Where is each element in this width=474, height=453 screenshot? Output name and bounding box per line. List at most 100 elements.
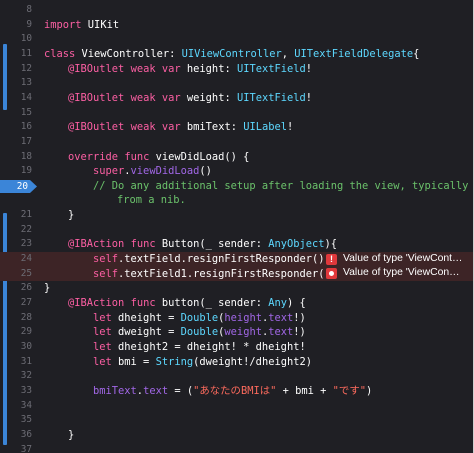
code-line[interactable]: 36} (0, 428, 473, 443)
code-text: @IBAction func button(_ sender: Any) { (68, 296, 306, 311)
code-token: height: (180, 62, 237, 75)
code-token: { (413, 47, 420, 60)
code-line[interactable]: 16 @IBOutlet weak var bmiText: UILabel! (0, 120, 473, 135)
line-number: 26 (20, 282, 32, 294)
code-line[interactable]: 9 import UIKit (0, 18, 473, 33)
code-editor[interactable]: 8 9 import UIKit 10 11 class ViewController: … (0, 0, 474, 453)
line-number: 17 (20, 135, 32, 147)
code-token: ) { (287, 297, 306, 309)
code-line[interactable]: 19 super.viewDidLoad() (0, 164, 473, 179)
code-line[interactable]: 11 class ViewController: UIViewController… (0, 47, 473, 62)
error-dot-icon[interactable] (326, 268, 337, 280)
error-message: Value of type 'ViewCon… (343, 267, 460, 279)
code-line[interactable]: 30 let dheight2 = dheight! * dheight! (0, 340, 473, 355)
code-token: class (44, 47, 76, 60)
code-token: let (93, 355, 112, 368)
code-token: dheight2 = dheight! * dheight! (111, 340, 306, 353)
code-token: weight: (180, 91, 237, 104)
code-text: @IBOutlet weak var weight: UITextField! (68, 91, 312, 106)
code-line[interactable]: 13 (0, 76, 473, 91)
code-line[interactable]: 15 (0, 106, 473, 121)
code-token: ! (305, 62, 313, 75)
code-token: self (93, 253, 119, 266)
code-line[interactable]: 23 @IBAction func Button(_ sender: AnyObj… (0, 237, 473, 252)
code-line[interactable]: 29 let dweight = Double(weight.text!) (0, 325, 473, 340)
line-number: 24 (20, 253, 32, 265)
line-number: 37 (20, 443, 32, 453)
code-token: import (44, 18, 82, 31)
line-number: 34 (20, 399, 32, 411)
code-text: } (68, 208, 74, 223)
code-token: dheight = (111, 311, 181, 324)
code-line[interactable]: 21} (0, 208, 473, 223)
code-line[interactable]: 34 (0, 399, 473, 414)
code-token: // Do any additional setup after loading… (93, 179, 469, 192)
code-token: UITextFieldDelegate (294, 47, 414, 60)
line-number: 20 (16, 180, 28, 192)
code-token: from a nib. (117, 194, 186, 207)
code-text: @IBOutlet weak var height: UITextField! (68, 62, 312, 77)
code-token: !) (293, 326, 306, 339)
code-token: weak (130, 121, 156, 134)
error-annotation[interactable]: Value of type 'ViewCon… (326, 267, 473, 280)
code-token: UITextField (236, 91, 306, 104)
error-annotation[interactable]: ! Value of type 'ViewCont… (326, 253, 473, 265)
line-number: 29 (20, 326, 32, 338)
code-line[interactable]: 32 (0, 369, 473, 384)
code-token: UIKit (81, 18, 120, 31)
code-line[interactable]: 20 // Do any additional setup after loadi… (0, 179, 473, 194)
code-line[interactable]: from a nib. (0, 193, 473, 208)
code-line[interactable]: 8 (0, 3, 473, 18)
line-number: 16 (20, 121, 32, 133)
breakpoint-arrow-icon[interactable]: 20 (0, 179, 37, 193)
error-exclamation-icon[interactable]: ! (326, 253, 337, 265)
code-token: .textField1.resignFirstResponder() (118, 267, 331, 280)
code-text: let bmi = String(dweight!/dheight2) (93, 355, 312, 370)
code-token: , (281, 47, 295, 60)
line-number: 28 (20, 311, 32, 323)
code-line[interactable]: 24 self.textField.resignFirstResponder()!… (0, 252, 473, 267)
code-token: ) (365, 384, 373, 397)
code-token: let (93, 326, 112, 339)
code-text: override func viewDidLoad() { (68, 150, 249, 165)
code-token: let (93, 340, 112, 353)
code-line[interactable]: 12 @IBOutlet weak var height: UITextField… (0, 62, 473, 77)
code-line[interactable]: 28 let dheight = Double(height.text!) (0, 311, 473, 326)
code-token: } (44, 282, 51, 295)
line-number: 30 (20, 340, 32, 352)
line-number: 21 (20, 209, 32, 221)
code-token: AnyObject (268, 238, 325, 251)
code-token: @IBAction (68, 297, 125, 309)
code-line[interactable]: 10 (0, 32, 473, 47)
code-token: height (224, 311, 262, 324)
code-line[interactable]: 33 bmiText.text = ("あなたのBMIは" + bmi + "です… (0, 384, 473, 399)
code-line[interactable]: 37 (0, 443, 473, 453)
code-line[interactable]: 18 override func viewDidLoad() { (0, 150, 473, 165)
code-token: Double (180, 326, 219, 339)
code-line[interactable]: 35 (0, 413, 473, 428)
code-token: } (68, 209, 75, 222)
code-line[interactable]: 14 @IBOutlet weak var weight: UITextField… (0, 91, 473, 106)
code-token: bmiText (93, 384, 137, 397)
code-token: } (68, 428, 75, 441)
code-token: .textField.resignFirstResponder() (118, 253, 325, 266)
code-token: self (93, 267, 119, 280)
line-number: 13 (20, 77, 32, 89)
code-token: var (161, 121, 181, 134)
code-token: @IBOutlet (68, 121, 125, 134)
code-line[interactable]: 25 self.textField1.resignFirstResponder()… (0, 266, 473, 282)
line-number: 22 (20, 223, 32, 235)
code-token: + bmi + (276, 384, 333, 397)
line-number: 9 (26, 18, 32, 30)
code-line[interactable]: 17 (0, 135, 473, 150)
code-token: weak (130, 91, 156, 104)
code-line[interactable]: 26} (0, 281, 473, 296)
code-text: from a nib. (117, 193, 186, 208)
line-number: 23 (20, 238, 32, 250)
line-number: 18 (20, 150, 32, 162)
code-line[interactable]: 31 let bmi = String(dweight!/dheight2) (0, 355, 473, 370)
code-token: "あなたのBMIは" (193, 384, 277, 397)
code-line[interactable]: 22 (0, 223, 473, 238)
code-text: @IBOutlet weak var bmiText: UILabel! (68, 120, 293, 135)
code-line[interactable]: 27 @IBAction func button(_ sender: Any) { (0, 296, 473, 311)
